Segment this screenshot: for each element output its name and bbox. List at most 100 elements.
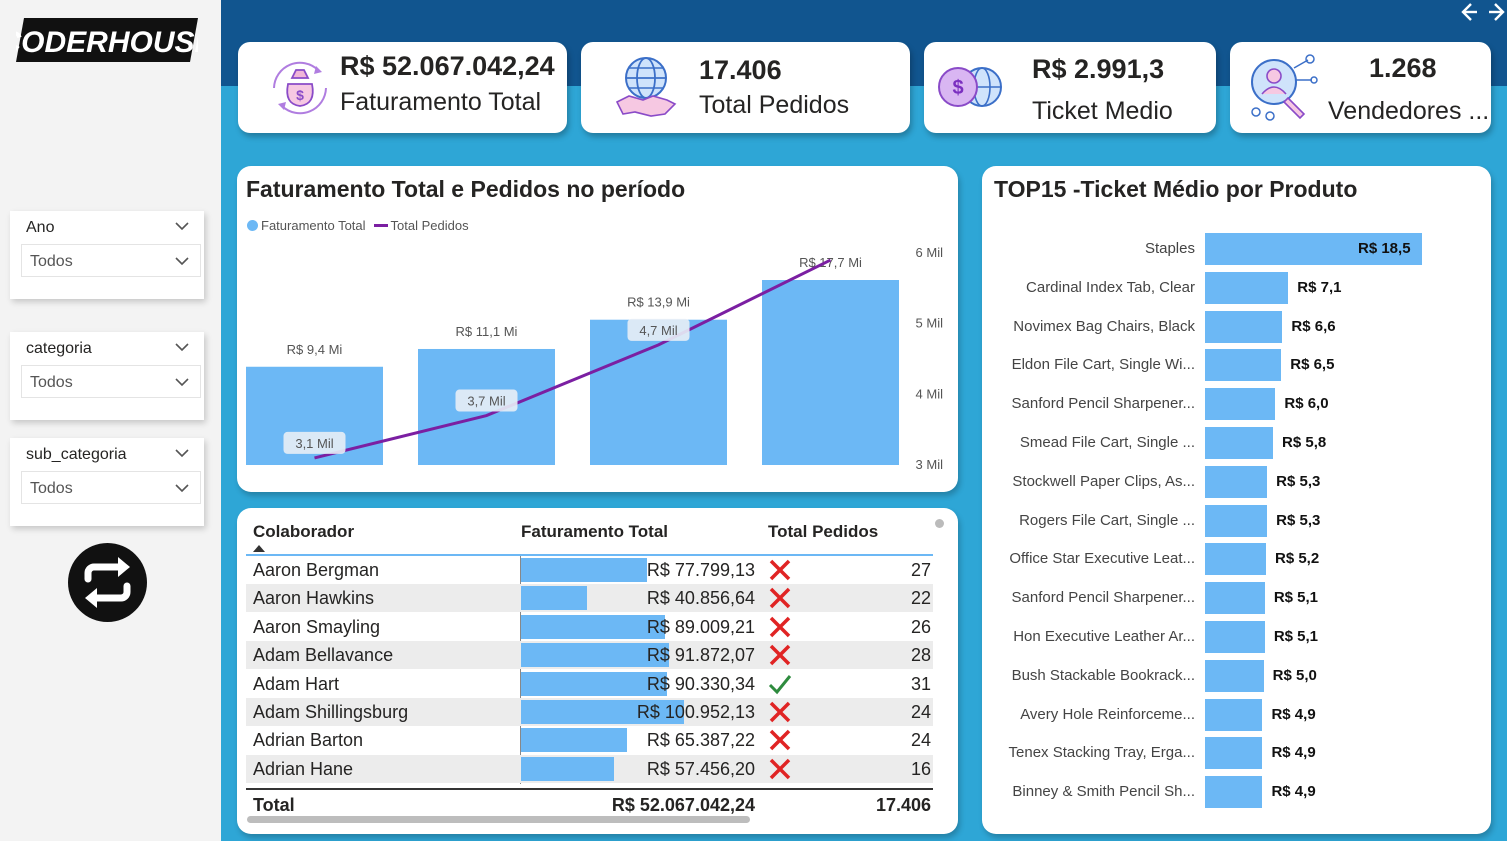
top15-bar[interactable] — [1205, 388, 1276, 421]
cell-colaborador: Adam Hart — [253, 673, 340, 694]
combo-chart-panel: Faturamento Total e Pedidos no período F… — [237, 166, 958, 492]
cross-icon — [769, 758, 791, 780]
total-faturamento: R$ 52.067.042,24 — [611, 795, 755, 815]
top15-category-label: Avery Hole Reinforceme... — [1020, 705, 1195, 723]
line-data-label: 3,1 Mil — [283, 431, 346, 454]
top15-bar[interactable] — [1205, 659, 1264, 692]
top15-value-label: R$ 4,9 — [1271, 744, 1316, 762]
top15-category-label: Eldon File Cart, Single Wi... — [1011, 356, 1195, 374]
y2-tick-label: 4 Mil — [916, 386, 944, 401]
top15-bar[interactable] — [1205, 349, 1282, 382]
top15-category-label: Binney & Smith Pencil Sh... — [1012, 783, 1195, 801]
cross-icon — [769, 588, 791, 609]
svg-text:3,7 Mil: 3,7 Mil — [467, 394, 505, 409]
top15-value-label: R$ 5,3 — [1276, 511, 1321, 529]
top15-value-label: R$ 4,9 — [1271, 705, 1316, 723]
col-header-colaborador[interactable]: Colaborador — [253, 522, 354, 542]
bar-data-label: R$ 9,4 Mi — [287, 342, 343, 357]
top15-value-label: R$ 6,0 — [1284, 395, 1329, 413]
top15-bar[interactable] — [1205, 737, 1263, 770]
top15-title: TOP15 -Ticket Médio por Produto — [994, 176, 1358, 202]
table-row[interactable]: Adam Shillingsburg R$ 100.952,13 24 — [246, 698, 933, 726]
chevron-down-icon[interactable] — [174, 220, 190, 232]
svg-text:3,1 Mil: 3,1 Mil — [295, 436, 333, 451]
top15-bar[interactable] — [1205, 271, 1289, 304]
line-total-pedidos[interactable] — [314, 258, 832, 460]
y2-tick-label: 5 Mil — [916, 316, 944, 331]
sort-ascending-icon — [253, 545, 265, 552]
top15-bar[interactable] — [1205, 543, 1266, 576]
bar-faturamento[interactable] — [762, 280, 899, 465]
top15-bar[interactable] — [1205, 582, 1265, 615]
top15-category-label: Smead File Cart, Single ... — [1019, 434, 1195, 451]
cell-pedidos: 26 — [910, 616, 931, 637]
cross-icon — [769, 701, 791, 723]
top15-bar[interactable] — [1205, 698, 1263, 731]
logo-text: CODERHOUSE — [16, 26, 198, 59]
table-row[interactable]: Adam Hart R$ 90.330,34 31 — [246, 670, 933, 698]
cell-pedidos: 22 — [910, 588, 931, 609]
chevron-down-icon[interactable] — [174, 447, 190, 459]
kpi-ticket-medio: $ R$ 2.991,3 Ticket Medio — [924, 42, 1216, 133]
slicer-ano-dropdown[interactable]: Todos — [21, 244, 201, 277]
table-row[interactable]: Aaron Hawkins R$ 40.856,64 22 — [246, 584, 933, 613]
col-header-faturamento[interactable]: Faturamento Total — [521, 522, 668, 542]
top15-bar[interactable] — [1205, 621, 1265, 653]
table-row[interactable]: Adam Bellavance R$ 91.872,07 28 — [246, 641, 933, 670]
slicer-sub-categoria-dropdown[interactable]: Todos — [21, 471, 201, 504]
kpi-vendedores-label: Vendedores ... — [1328, 97, 1490, 125]
chevron-down-icon[interactable] — [174, 341, 190, 353]
kpi-vendedores: 1.268 Vendedores ... — [1230, 42, 1491, 133]
top15-bar[interactable] — [1205, 465, 1268, 498]
col-header-pedidos[interactable]: Total Pedidos — [768, 522, 878, 542]
chevron-down-icon — [175, 257, 189, 266]
cell-faturamento: R$ 89.009,21 — [646, 616, 755, 637]
top15-value-label: R$ 5,0 — [1272, 666, 1317, 684]
scrollbar-thumb-vertical[interactable] — [935, 519, 944, 528]
cell-faturamento: R$ 100.952,13 — [636, 702, 755, 722]
svg-text:4,7 Mil: 4,7 Mil — [639, 323, 677, 338]
slicer-ano-value: Todos — [30, 253, 73, 270]
top15-panel: TOP15 -Ticket Médio por Produto Staples R… — [982, 166, 1491, 834]
top15-value-label: R$ 5,1 — [1273, 589, 1319, 607]
bar-faturamento[interactable] — [590, 319, 727, 465]
navigation-arrows-icon[interactable] — [1451, 0, 1507, 24]
top15-bar[interactable] — [1205, 504, 1268, 537]
slicer-ano-title: Ano — [26, 219, 55, 236]
reset-filters-button[interactable] — [68, 543, 147, 622]
slicer-sub-categoria: sub_categoria Todos — [10, 438, 204, 526]
top15-category-label: Novimex Bag Chairs, Black — [1013, 317, 1195, 335]
top15-bar[interactable] — [1205, 427, 1274, 459]
total-pedidos: 17.406 — [875, 795, 931, 815]
top15-value-label: R$ 5,1 — [1273, 628, 1319, 645]
cell-faturamento: R$ 91.872,07 — [646, 645, 755, 666]
bar-data-label: R$ 17,7 Mi — [799, 255, 862, 270]
slicer-ano: Ano Todos — [10, 211, 204, 299]
top15-value-label: R$ 6,6 — [1291, 317, 1336, 335]
scrollbar-horizontal[interactable] — [247, 816, 750, 823]
top15-category-label: Tenex Stacking Tray, Erga... — [1008, 744, 1195, 762]
legend-pedidos[interactable]: Total Pedidos — [391, 218, 469, 233]
cell-pedidos: 24 — [910, 730, 931, 751]
cell-faturamento: R$ 40.856,64 — [646, 588, 755, 609]
cell-faturamento: R$ 65.387,22 — [646, 730, 755, 751]
legend-faturamento[interactable]: Faturamento Total — [261, 218, 366, 233]
top15-value-label: R$ 5,8 — [1282, 434, 1327, 451]
table-row[interactable]: Aaron Smayling R$ 89.009,21 26 — [246, 613, 933, 641]
kpi-ticket-value: R$ 2.991,3 — [1032, 54, 1165, 84]
top15-bar[interactable] — [1205, 776, 1263, 809]
coin-globe-icon: $ — [938, 67, 1002, 107]
bar-data-label: R$ 11,1 Mi — [456, 324, 518, 339]
combo-chart-plot[interactable]: R$ 9,4 Mi R$ 11,1 Mi R$ 13,9 Mi R$ 17,7 Mi 3… — [237, 238, 958, 478]
cell-pedidos: 16 — [910, 758, 931, 779]
table-row[interactable]: Aaron Bergman R$ 77.799,13 27 — [246, 556, 933, 584]
top15-bar[interactable] — [1205, 310, 1283, 343]
sidebar: CODERHOUSE Ano Todos categoria Todos sub… — [0, 0, 221, 841]
slicer-categoria-dropdown[interactable]: Todos — [21, 365, 201, 398]
slicer-categoria-value: Todos — [30, 374, 73, 391]
kpi-ticket-label: Ticket Medio — [1032, 97, 1173, 125]
cross-icon — [769, 730, 791, 751]
cell-pedidos: 28 — [910, 645, 931, 666]
table-row[interactable]: Adrian Barton R$ 65.387,22 24 — [246, 726, 933, 754]
table-row[interactable]: Adrian Hane R$ 57.456,20 16 — [246, 754, 933, 783]
